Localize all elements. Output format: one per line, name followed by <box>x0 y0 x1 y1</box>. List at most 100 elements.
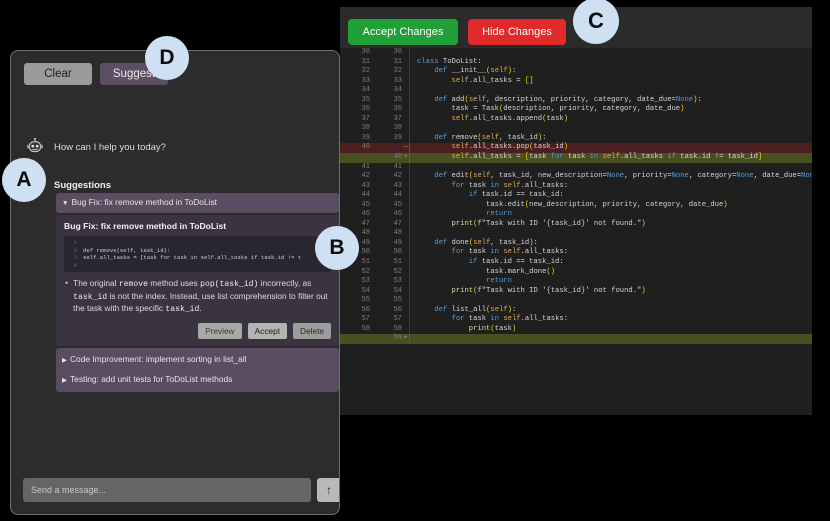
code-line: 46 46 return <box>340 210 812 220</box>
message-input[interactable] <box>23 478 311 502</box>
line-number-new: 46 <box>393 210 402 219</box>
line-number-old: 57 <box>361 315 370 324</box>
suggestion-header-testing[interactable]: ▶ Testing: add unit tests for ToDoList me… <box>56 370 339 390</box>
chevron-right-icon: ▶ <box>62 376 67 384</box>
code-line: 32 32 def __init__(self): <box>340 67 812 77</box>
line-number-old: 33 <box>361 76 370 85</box>
line-number-old: 44 <box>361 191 370 200</box>
accept-suggestion-button[interactable]: Accept <box>247 322 288 339</box>
code-line-text: for task in self.all_tasks: <box>409 248 812 259</box>
snippet-line: 4 <box>68 262 327 270</box>
delete-suggestion-button[interactable]: Delete <box>293 322 331 339</box>
code-line: 43 43 for task in self.all_tasks: <box>340 181 812 192</box>
code-line: 45 45 task.edit(new_description, priority… <box>340 200 812 211</box>
send-button[interactable]: ↑ <box>317 478 339 502</box>
code-line-text: def remove(self, task_id): <box>409 133 812 144</box>
line-number-new: 33 <box>393 76 402 85</box>
code-line: 44 44 if task.id == task_id: <box>340 191 812 201</box>
line-number-old: 46 <box>361 210 370 219</box>
code-line-text: task = Task(description, priority, categ… <box>409 105 812 115</box>
chevron-right-icon: ▶ <box>62 356 67 364</box>
line-number-new: 49 <box>393 238 402 247</box>
line-number-new: 58 <box>393 324 402 333</box>
code-line: 42 42 def edit(self, task_id, new_descrip… <box>340 172 812 182</box>
line-number-new: 36 <box>393 105 402 114</box>
line-number-new: 35 <box>393 95 402 104</box>
code-line-text: return <box>409 210 812 220</box>
accept-changes-button[interactable]: Accept Changes <box>348 19 458 45</box>
code-line: 36 36 task = Task(description, priority, … <box>340 105 812 115</box>
preview-button[interactable]: Preview <box>198 322 242 339</box>
line-number-old: 38 <box>361 124 370 133</box>
assistant-greeting-message: How can I help you today? <box>25 137 166 157</box>
code-line: 49 49 def done(self, task_id): <box>340 238 812 249</box>
snippet-line: 3 self.all_tasks = [task for task in sel… <box>68 254 327 262</box>
suggestion-header-label: Testing: add unit tests for ToDoList met… <box>70 373 233 384</box>
line-number-new: 45 <box>393 200 402 209</box>
line-number-new: 57 <box>393 315 402 324</box>
code-line: 39 39 def remove(self, task_id): <box>340 133 812 144</box>
line-number-old: 47 <box>361 219 370 228</box>
line-number-new: 50 <box>393 248 402 257</box>
explanation-text: The original remove method uses pop(task… <box>73 278 328 315</box>
code-line: 31 31 class ToDoList: <box>340 57 812 68</box>
line-number-old: 31 <box>361 57 370 66</box>
code-line: 37 37 self.all_tasks.append(task) <box>340 114 812 125</box>
line-number-new: 52 <box>393 267 402 276</box>
chevron-down-icon: ▼ <box>62 200 69 207</box>
code-line-text: class ToDoList: <box>409 57 812 68</box>
line-number-new: 53 <box>393 277 402 286</box>
suggestion-header-code-improvement[interactable]: ▶ Code Improvement: implement sorting in … <box>56 350 339 370</box>
snippet-line-number: 3 <box>73 254 77 262</box>
code-line-text: def done(self, task_id): <box>409 238 812 249</box>
code-diff-body[interactable]: 30 30 31 31 class ToDoList: 32 32 def __init_… <box>340 48 812 415</box>
line-number-new: 55 <box>393 296 402 305</box>
line-number-old: 37 <box>361 114 370 123</box>
clear-button[interactable]: Clear <box>24 63 92 85</box>
suggestion-actions: Preview Accept Delete <box>64 322 331 339</box>
line-number-new: 30 <box>393 48 402 56</box>
code-line-text: print(f"Task with ID '{task_id}' not fou… <box>409 219 812 230</box>
code-line-text: def list_all(self): <box>409 305 812 316</box>
greeting-text: How can I help you today? <box>54 142 166 153</box>
line-number-new: 38 <box>393 124 402 133</box>
code-line: 33 33 self.all_tasks = [] <box>340 76 812 87</box>
annotation-badge-a: A <box>2 158 46 202</box>
suggestion-explanation: • The original remove method uses pop(ta… <box>64 278 331 315</box>
code-line-text <box>409 229 812 239</box>
line-number-old: 39 <box>361 133 370 142</box>
annotation-badge-c: C <box>573 0 619 44</box>
code-line: 38 38 <box>340 124 812 134</box>
code-line: 30 30 <box>340 48 812 58</box>
code-line: 55 55 <box>340 296 812 306</box>
line-number-new: 43 <box>393 181 402 190</box>
line-number-old: 56 <box>361 305 370 314</box>
code-line-text <box>409 48 812 58</box>
line-number-new: 32 <box>393 67 402 76</box>
line-number-new: 44 <box>393 191 402 200</box>
code-line: 48 48 <box>340 229 812 239</box>
snippet-line-code: def remove(self, task_id): <box>83 246 171 254</box>
suggestion-code-snippet: 1 2 def remove(self, task_id): 3 self.al… <box>64 236 331 273</box>
snippet-line-number: 1 <box>73 239 77 246</box>
code-line-text: self.all_tasks.append(task) <box>409 114 812 125</box>
suggestions-label: Suggestions <box>54 180 112 191</box>
hide-changes-button[interactable]: Hide Changes <box>468 19 566 45</box>
code-line-text: self.all_tasks = [] <box>409 76 812 87</box>
suggestion-header-bugfix[interactable]: ▼ Bug Fix: fix remove method in ToDoList <box>56 193 339 213</box>
line-number-new: 59 <box>393 334 402 343</box>
line-number-old: 55 <box>361 296 370 305</box>
annotation-badge-b: B <box>315 226 359 270</box>
code-line-text: if task.id == task_id: <box>409 258 812 268</box>
code-line-text <box>409 124 812 134</box>
suggestion-header-label: Bug Fix: fix remove method in ToDoList <box>71 197 217 207</box>
code-line-text: if task.id == task_id: <box>409 191 812 201</box>
code-line: 59 + <box>340 334 812 344</box>
code-line: 40 — self.all_tasks.pop(task_id) <box>340 143 812 154</box>
code-line-text: task.edit(new_description, priority, cat… <box>409 200 812 211</box>
chat-panel: Clear Suggest How can I help you today? <box>10 50 340 515</box>
line-number-old: 30 <box>361 48 370 56</box>
code-line: 52 52 task.mark_done() <box>340 267 812 278</box>
suggestions-list: ▼ Bug Fix: fix remove method in ToDoList … <box>56 193 339 392</box>
screenshot-root: Clear Suggest How can I help you today? <box>0 0 830 521</box>
